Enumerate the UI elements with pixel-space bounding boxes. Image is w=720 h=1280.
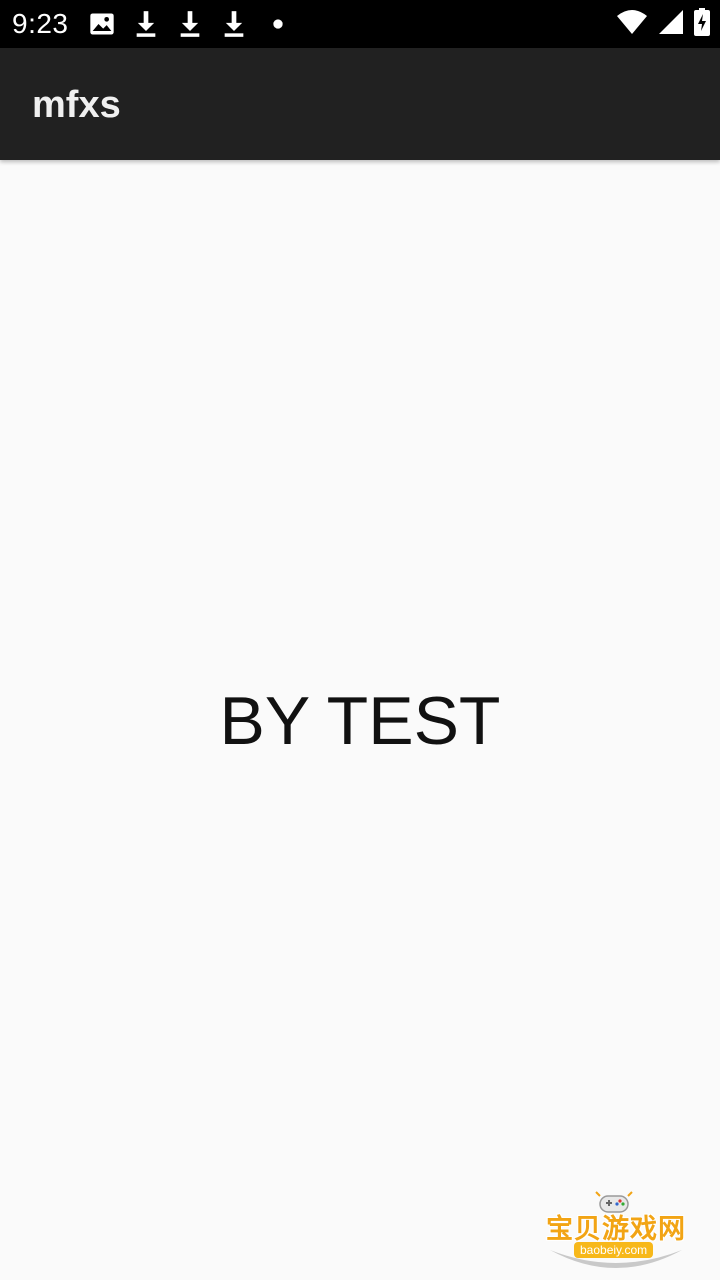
image-icon bbox=[88, 10, 116, 38]
status-time: 9:23 bbox=[12, 8, 69, 39]
content-text: BY TEST bbox=[219, 683, 501, 759]
app-bar: mfxs bbox=[0, 48, 720, 160]
app-title: mfxs bbox=[32, 84, 121, 126]
notification-icons bbox=[88, 10, 308, 38]
signal-icon bbox=[658, 9, 684, 40]
dot-icon bbox=[264, 10, 292, 38]
status-bar: 9:23 bbox=[0, 0, 720, 48]
download-icon bbox=[220, 10, 248, 38]
download-icon bbox=[176, 10, 204, 38]
watermark-logo: 宝贝游戏网 baobeiy.com bbox=[540, 1188, 692, 1276]
watermark-url: baobeiy.com bbox=[574, 1242, 654, 1258]
screen: 9:23 mfxs BY TEST 宝贝游戏网 baobeiy.com bbox=[0, 0, 720, 1280]
download-icon bbox=[132, 10, 160, 38]
wifi-icon bbox=[616, 9, 648, 40]
battery-charging-icon bbox=[694, 7, 710, 41]
system-icons bbox=[606, 7, 710, 41]
watermark-text: 宝贝游戏网 bbox=[546, 1214, 686, 1244]
